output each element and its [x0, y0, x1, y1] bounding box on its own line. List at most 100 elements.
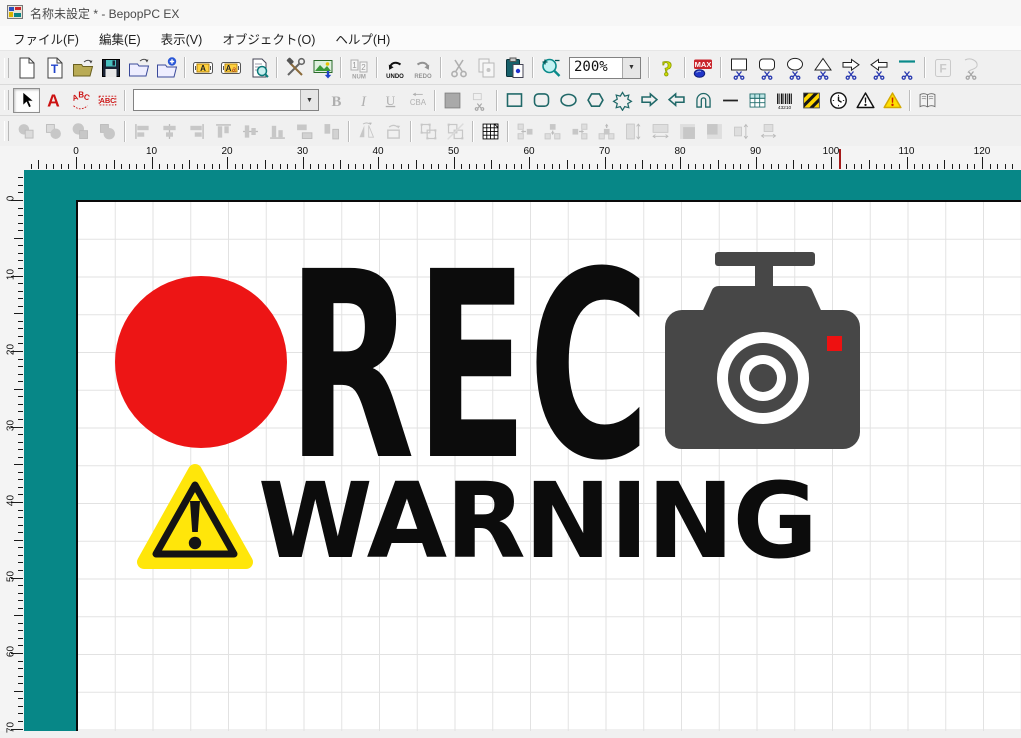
label-text-edit-button[interactable]: Aa [217, 54, 245, 81]
warning-triangle-mono-button[interactable] [852, 88, 879, 113]
print-preview-button[interactable] [245, 54, 273, 81]
shape-arrow-left-button[interactable] [663, 88, 690, 113]
ruler-tick [959, 164, 960, 169]
ruler-tick [922, 164, 923, 169]
arc-text-tool-button[interactable]: ABC [67, 88, 94, 113]
ruler-tick [650, 164, 651, 169]
zoom-magnifier-button[interactable] [537, 54, 565, 81]
shape-line-button[interactable] [717, 88, 744, 113]
undo-icon: UNDO [383, 56, 407, 80]
cut-arrow-left-button[interactable] [865, 54, 893, 81]
save-floppy-button[interactable] [97, 54, 125, 81]
distribute-vertical-button [318, 119, 345, 144]
chevron-down-icon[interactable]: ▼ [300, 90, 318, 110]
select-cursor-button[interactable] [13, 88, 40, 113]
cut-triangle-icon [811, 56, 835, 80]
ruler-tick [340, 160, 341, 169]
ruler-tick [18, 298, 23, 299]
shape-arrow-right-button[interactable] [636, 88, 663, 113]
ruler-tick [84, 164, 85, 169]
shape-hexagon-button[interactable] [582, 88, 609, 113]
zoom-combobox-value[interactable]: 200% [570, 58, 622, 78]
ruler-tick [14, 313, 23, 314]
cut-triangle-button[interactable] [809, 54, 837, 81]
italic-button: I [350, 88, 377, 113]
font-combobox-value[interactable] [134, 90, 300, 110]
open-folder-button[interactable] [69, 54, 97, 81]
menu-file[interactable]: ファイル(F) [3, 25, 89, 52]
menu-help[interactable]: ヘルプ(H) [325, 25, 400, 52]
ruler-tick [18, 645, 23, 646]
ruler-tick [18, 359, 23, 360]
add-folder-button[interactable] [153, 54, 181, 81]
cut-arrow-right-button[interactable] [837, 54, 865, 81]
clock-button[interactable] [825, 88, 852, 113]
help-button[interactable]: ? [653, 54, 681, 81]
ruler-tick [733, 164, 734, 169]
shape-star-button[interactable] [609, 88, 636, 113]
undo-button[interactable]: UNDO [381, 54, 409, 81]
frame-text-tool-icon: ABC [97, 90, 118, 111]
ruler-tick [18, 283, 23, 284]
ruler-tick [189, 160, 190, 169]
new-document-button[interactable] [13, 54, 41, 81]
align-middle-vertical-button [237, 119, 264, 144]
toolbar-separator [532, 57, 534, 78]
grid-table-button[interactable] [477, 119, 504, 144]
label-object-button[interactable]: A [189, 54, 217, 81]
shape-rounded-rectangle-button[interactable] [528, 88, 555, 113]
symbol-book-button[interactable] [914, 88, 941, 113]
menu-view[interactable]: 表示(V) [151, 25, 213, 52]
ruler-tick [831, 157, 832, 169]
ruler-tick [18, 608, 23, 609]
svg-text:NUM: NUM [352, 74, 366, 80]
cut-square-button[interactable] [725, 54, 753, 81]
align-right-button [183, 119, 210, 144]
ruler-tick [816, 164, 817, 169]
canvas[interactable]: REC WARNING [76, 200, 1021, 731]
shape-arch-button[interactable] [690, 88, 717, 113]
toolbar-separator [472, 121, 474, 142]
design-red-circle[interactable] [115, 276, 287, 448]
font-combobox[interactable]: ▼ [133, 89, 319, 111]
import-folder-button[interactable] [125, 54, 153, 81]
send-to-back-button [40, 119, 67, 144]
ruler-tick [627, 164, 628, 169]
ruler-tick [891, 164, 892, 169]
chevron-down-icon[interactable]: ▼ [622, 58, 640, 78]
max-logo-button[interactable]: MAX [689, 54, 717, 81]
ruler-tick [18, 630, 23, 631]
table-button[interactable] [744, 88, 771, 113]
ruler-tick [136, 164, 137, 169]
ruler-tick [990, 164, 991, 169]
paste-button[interactable] [501, 54, 529, 81]
new-text-document-button[interactable]: T [41, 54, 69, 81]
ruler-tick [574, 164, 575, 169]
design-warning-text[interactable]: WARNING [258, 460, 818, 582]
zoom-combobox[interactable]: 200%▼ [569, 57, 641, 79]
text-tool-button[interactable]: A [40, 88, 67, 113]
cut-rounded-square-button[interactable] [753, 54, 781, 81]
color-swatch-button[interactable] [439, 88, 466, 113]
cut-circle-button[interactable] [781, 54, 809, 81]
align-top-button [210, 119, 237, 144]
shape-ellipse-button[interactable] [555, 88, 582, 113]
menu-edit[interactable]: 編集(E) [89, 25, 151, 52]
warning-triangle-color-button[interactable] [879, 88, 906, 113]
shape-hexagon-icon [585, 90, 606, 111]
frame-text-tool-button[interactable]: ABC [94, 88, 121, 113]
barcode-button[interactable]: 43210 [771, 88, 798, 113]
image-import-button[interactable] [309, 54, 337, 81]
hazard-stripes-button[interactable] [798, 88, 825, 113]
ruler-number: 10 [6, 263, 17, 285]
svg-text:1: 1 [352, 61, 357, 70]
design-camera-graphic[interactable] [665, 252, 860, 449]
settings-tools-button[interactable] [281, 54, 309, 81]
shape-rectangle-button[interactable] [501, 88, 528, 113]
cut-line-button[interactable] [893, 54, 921, 81]
design-warning-triangle-graphic[interactable] [144, 471, 246, 562]
menu-object[interactable]: オブジェクト(O) [212, 25, 325, 52]
shape-line-icon [720, 90, 741, 111]
ruler-tick [106, 164, 107, 169]
space-left-button [512, 119, 539, 144]
